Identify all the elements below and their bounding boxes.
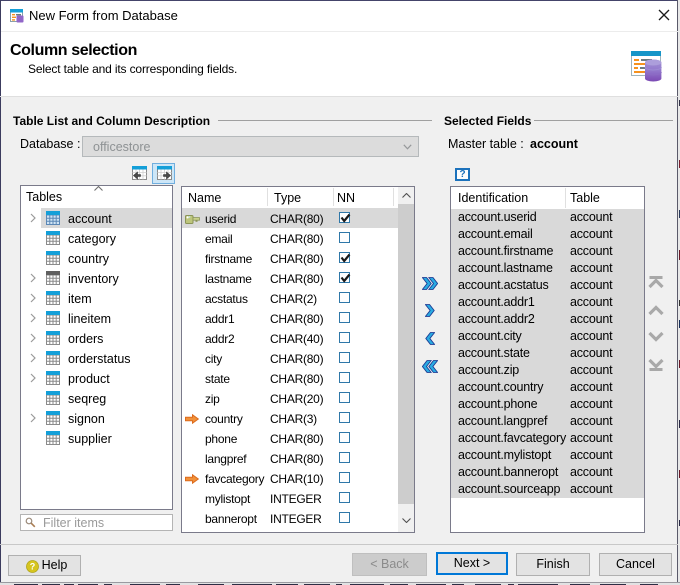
svg-text:?: ? xyxy=(30,562,36,572)
